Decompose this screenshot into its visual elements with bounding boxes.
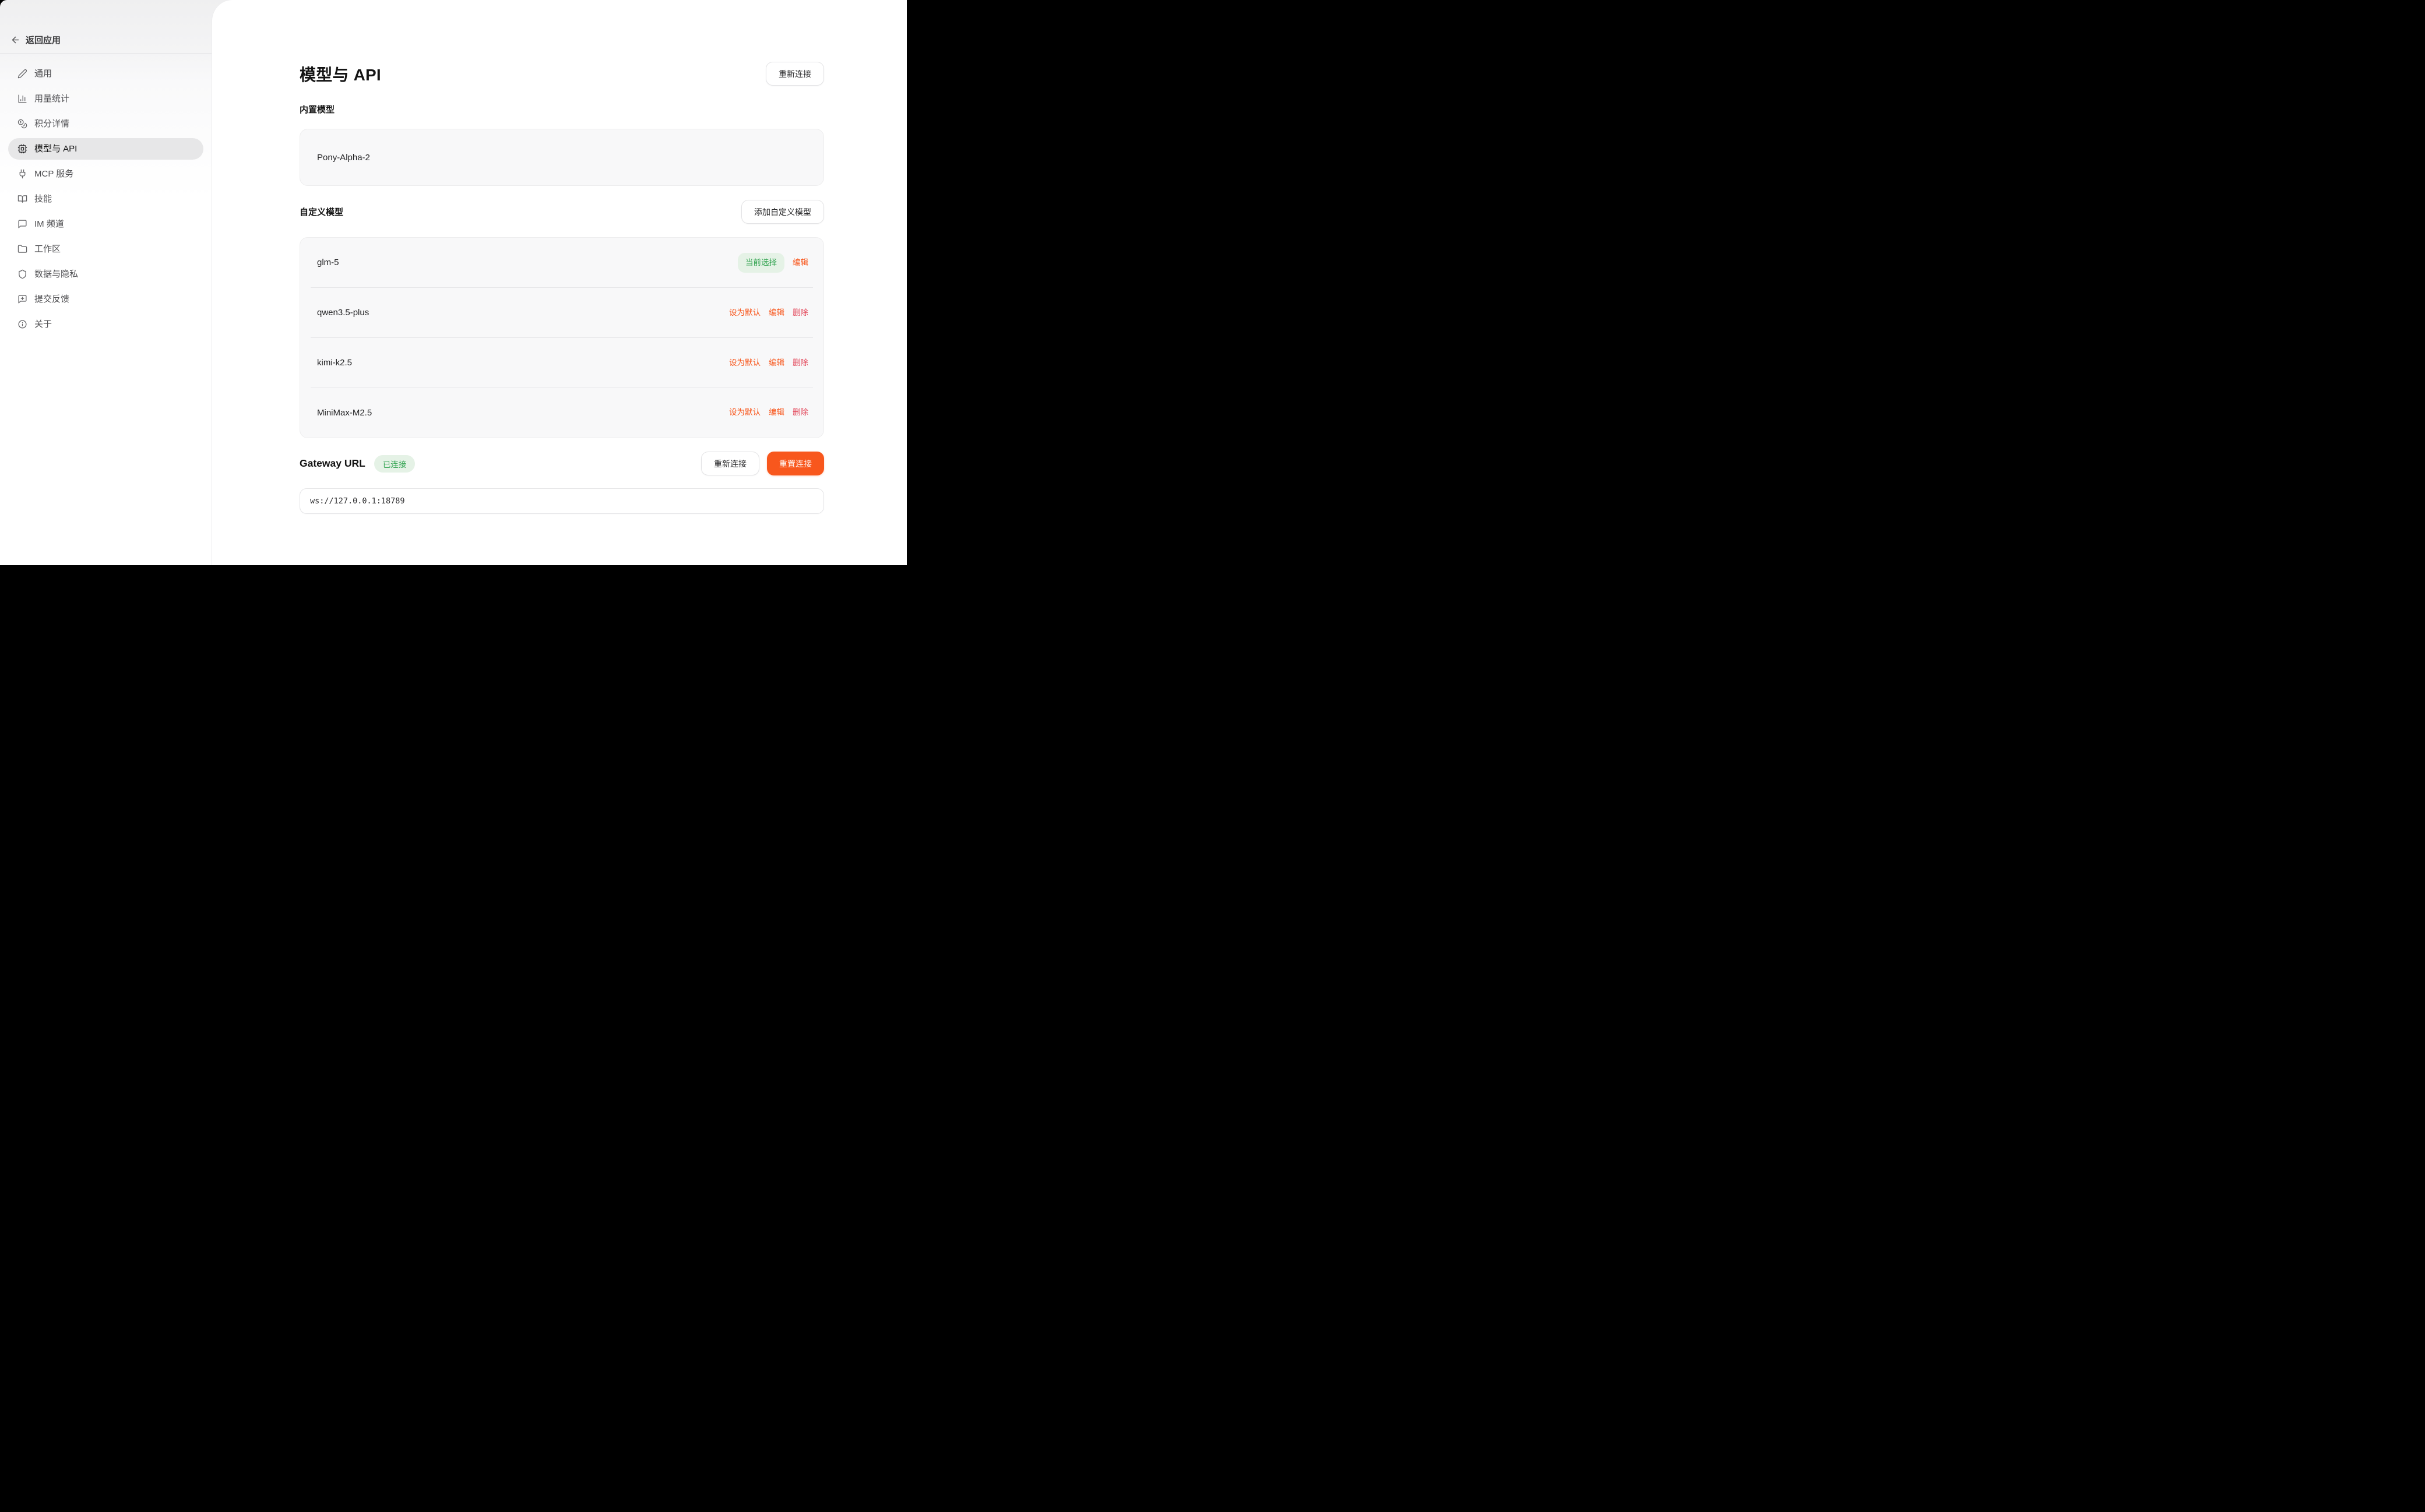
gateway-url-input[interactable] (300, 488, 824, 514)
sidebar-item-label: 技能 (34, 195, 52, 203)
page-header: 模型与 API 重新连接 (300, 62, 824, 86)
chip-icon (17, 144, 27, 154)
sidebar-item-label: IM 频道 (34, 220, 64, 228)
model-action-link[interactable]: 编辑 (769, 309, 784, 317)
sidebar-item-4[interactable]: MCP 服务 (8, 163, 203, 185)
sidebar-item-3[interactable]: 模型与 API (8, 138, 203, 160)
model-action-link[interactable]: 设为默认 (729, 408, 761, 417)
sidebar-item-0[interactable]: 通用 (8, 63, 203, 84)
settings-window: 返回应用 通用用量统计积分详情模型与 APIMCP 服务技能IM 频道工作区数据… (0, 0, 907, 565)
sidebar-item-10[interactable]: 关于 (8, 313, 203, 335)
sidebar-item-6[interactable]: IM 频道 (8, 213, 203, 235)
model-row-actions: 设为默认编辑 删除 (729, 359, 808, 367)
model-action-link[interactable]: 删除 (793, 309, 808, 317)
shield-icon (17, 269, 27, 279)
sidebar-item-label: 通用 (34, 69, 52, 78)
model-row: MiniMax-M2.5 设为默认编辑删除 (300, 387, 823, 438)
sidebar-item-2[interactable]: 积分详情 (8, 113, 203, 135)
page-title: 模型与 API (300, 62, 381, 86)
gateway-url-label: Gateway URL (300, 457, 365, 470)
sidebar-item-label: MCP 服务 (34, 170, 73, 178)
sidebar-item-label: 数据与隐私 (34, 270, 78, 279)
custom-model-name: MiniMax-M2.5 (317, 408, 372, 418)
model-row-actions: 当前选择 编辑 (738, 253, 808, 273)
custom-models-card: glm-5当前选择编辑qwen3.5-plus设为默认编辑删除kimi-k2.5… (300, 237, 824, 438)
back-button[interactable]: 返回应用 (0, 0, 212, 54)
sidebar-item-1[interactable]: 用量统计 (8, 88, 203, 110)
reset-connection-button[interactable]: 重置连接 (767, 452, 824, 475)
sidebar-item-label: 关于 (34, 320, 52, 329)
model-row-actions: 设为默认编辑 删除 (729, 309, 808, 317)
coins-icon (17, 119, 27, 129)
sidebar-item-8[interactable]: 数据与隐私 (8, 263, 203, 285)
model-action-link[interactable]: 编辑 (769, 359, 784, 367)
plug-icon (17, 169, 27, 179)
back-label: 返回应用 (26, 34, 61, 46)
sidebar-item-label: 提交反馈 (34, 295, 69, 304)
model-action-link[interactable]: 删除 (793, 408, 808, 417)
model-row: glm-5 当前选择 编辑 (300, 238, 823, 288)
custom-models-label: 自定义模型 (300, 206, 343, 218)
sidebar-item-label: 工作区 (34, 245, 61, 253)
custom-model-name: glm-5 (317, 258, 339, 267)
add-custom-model-button[interactable]: 添加自定义模型 (741, 200, 824, 224)
sidebar-item-9[interactable]: 提交反馈 (8, 288, 203, 310)
folder-icon (17, 244, 27, 254)
sidebar-item-label: 积分详情 (34, 119, 69, 128)
builtin-models-card: Pony-Alpha-2 (300, 129, 824, 186)
custom-model-name: kimi-k2.5 (317, 358, 352, 368)
builtin-model-name: Pony-Alpha-2 (317, 153, 370, 163)
book-open-icon (17, 194, 27, 204)
sidebar-item-label: 用量统计 (34, 94, 69, 103)
sidebar-item-5[interactable]: 技能 (8, 188, 203, 210)
gateway-row: Gateway URL 已连接 重新连接 重置连接 (300, 452, 824, 475)
feedback-icon (17, 294, 27, 304)
sidebar-item-label: 模型与 API (34, 144, 77, 153)
model-action-link[interactable]: 编辑 (769, 408, 784, 417)
custom-model-name: qwen3.5-plus (317, 308, 369, 318)
gateway-buttons: 重新连接 重置连接 (701, 452, 824, 475)
custom-models-header: 自定义模型 添加自定义模型 (300, 200, 824, 224)
model-row: kimi-k2.5 设为默认编辑 删除 (300, 338, 823, 388)
model-row: qwen3.5-plus 设为默认编辑 删除 (300, 288, 823, 338)
model-action-link[interactable]: 设为默认 (729, 359, 761, 367)
arrow-left-icon (10, 35, 20, 45)
main-panel: 模型与 API 重新连接 内置模型 Pony-Alpha-2 自定义模型 添加自… (212, 0, 907, 565)
message-square-icon (17, 219, 27, 229)
pencil-icon (17, 69, 27, 79)
current-selection-badge: 当前选择 (738, 253, 784, 273)
reconnect-button-top[interactable]: 重新连接 (766, 62, 824, 86)
reconnect-button-bottom[interactable]: 重新连接 (701, 452, 759, 475)
bar-chart-icon (17, 94, 27, 104)
info-icon (17, 319, 27, 329)
sidebar: 返回应用 通用用量统计积分详情模型与 API MCP 服务技能 IM 频道工作区数据… (0, 0, 212, 565)
builtin-models-label: 内置模型 (300, 103, 824, 115)
model-action-link[interactable]: 编辑 (793, 259, 808, 267)
connected-status-badge: 已连接 (374, 455, 416, 473)
sidebar-item-7[interactable]: 工作区 (8, 238, 203, 260)
gateway-left: Gateway URL 已连接 (300, 455, 415, 473)
model-row-actions: 设为默认编辑删除 (729, 408, 808, 417)
sidebar-nav: 通用用量统计积分详情模型与 API MCP 服务技能 IM 频道工作区数据与隐私提交… (0, 63, 212, 335)
model-action-link[interactable]: 设为默认 (729, 309, 761, 317)
model-action-link[interactable]: 删除 (793, 359, 808, 367)
